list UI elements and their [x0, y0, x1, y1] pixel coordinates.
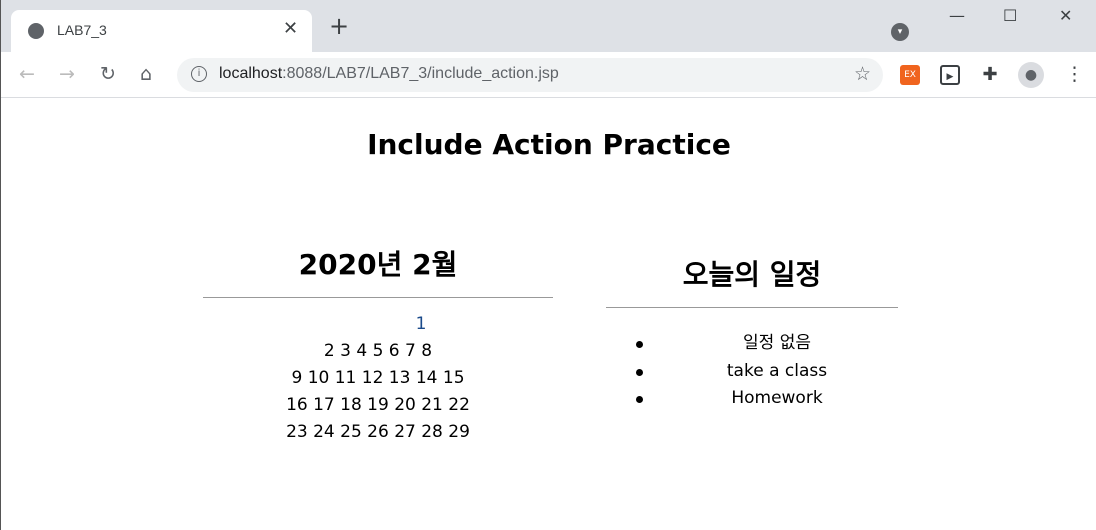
list-item: take a class — [606, 358, 898, 386]
divider — [606, 307, 898, 308]
url-host: localhost — [219, 65, 283, 82]
minimize-icon[interactable]: — — [949, 6, 965, 25]
forward-icon[interactable]: → — [59, 63, 75, 85]
globe-icon — [28, 23, 44, 39]
calendar-week: 16 17 18 19 20 21 22 — [286, 395, 470, 415]
calendar-heading: 2020년 2월 — [298, 248, 458, 281]
bookmark-star-icon[interactable]: ☆ — [854, 63, 871, 85]
calendar-week: 9 10 11 12 13 14 15 — [291, 368, 465, 388]
tab-search-icon[interactable]: ▾ — [891, 23, 909, 41]
info-icon[interactable]: i — [191, 66, 207, 82]
menu-kebab-icon[interactable]: ⋮ — [1065, 63, 1084, 85]
maximize-icon[interactable]: ☐ — [1003, 6, 1017, 25]
calendar-body: 1 2 3 4 5 6 7 8 9 10 11 12 13 14 15 16 1… — [203, 311, 553, 446]
address-bar[interactable]: i localhost:8088/LAB7/LAB7_3/include_act… — [177, 58, 883, 92]
schedule-list: 일정 없음 take a class Homework — [606, 330, 898, 413]
tab-strip: LAB7_3 ✕ + ▾ — ☐ ✕ — [1, 0, 1096, 52]
toolbar: ← → ↻ ⌂ i localhost:8088/LAB7/LAB7_3/inc… — [1, 52, 1096, 98]
extensions-puzzle-icon[interactable]: ✚ — [980, 65, 1000, 85]
back-icon[interactable]: ← — [19, 63, 35, 85]
calendar-section: 2020년 2월 1 2 3 4 5 6 7 8 9 10 11 12 13 1… — [203, 243, 553, 446]
profile-avatar-icon[interactable]: ● — [1018, 62, 1044, 88]
list-item: 일정 없음 — [606, 330, 898, 358]
home-icon[interactable]: ⌂ — [140, 63, 152, 85]
close-tab-icon[interactable]: ✕ — [283, 18, 298, 39]
new-tab-icon[interactable]: + — [329, 14, 349, 38]
calendar-week: 23 24 25 26 27 28 29 — [286, 422, 470, 442]
extension-ex-icon[interactable]: EX — [900, 65, 920, 85]
divider — [203, 297, 553, 298]
calendar-week: 1 — [415, 314, 427, 334]
extension-media-icon[interactable]: ▶ — [940, 65, 960, 85]
close-window-icon[interactable]: ✕ — [1059, 6, 1072, 25]
schedule-section: 오늘의 일정 일정 없음 take a class Homework — [606, 253, 898, 413]
url-path: :8088/LAB7/LAB7_3/include_action.jsp — [282, 65, 559, 82]
browser-tab[interactable]: LAB7_3 ✕ — [11, 10, 312, 52]
calendar-week: 2 3 4 5 6 7 8 — [323, 341, 433, 361]
schedule-heading: 오늘의 일정 — [682, 258, 822, 291]
tab-title: LAB7_3 — [57, 22, 107, 38]
list-item: Homework — [606, 385, 898, 413]
page-title: Include Action Practice — [367, 128, 731, 161]
reload-icon[interactable]: ↻ — [100, 63, 116, 85]
